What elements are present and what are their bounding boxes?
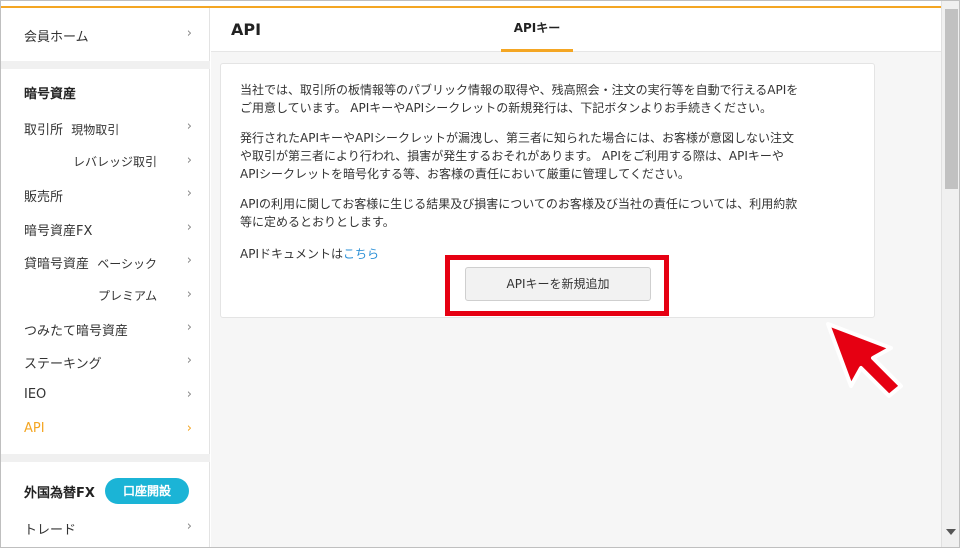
sidebar-item-label: API <box>24 421 45 436</box>
sidebar-item-label: 暗号資産FX <box>24 224 93 239</box>
sidebar-item-label: 貸暗号資産 ベーシック <box>24 257 158 272</box>
sidebar-divider <box>1 454 210 462</box>
chevron-right-icon: › <box>186 519 192 534</box>
sidebar-item-label: プレミアム <box>98 289 158 303</box>
pointer-arrow-icon <box>826 322 903 398</box>
chevron-right-icon: › <box>186 119 192 134</box>
terms-paragraph: APIの利用に関してお客様に生じる結果及び損害についてのお客様及び当社の責任につ… <box>240 197 798 229</box>
tab-api-key[interactable]: APIキー <box>501 8 573 52</box>
chevron-right-icon: › <box>186 287 192 302</box>
open-account-button[interactable]: 口座開設 <box>105 478 189 504</box>
sidebar-section-fx: 外国為替FX <box>24 486 95 501</box>
chevron-right-icon: › <box>186 421 192 436</box>
main-content: API APIキー 当社では、取引所の板情報等のパブリック情報の取得や、残高照会… <box>211 8 941 547</box>
page-title: API <box>231 20 262 39</box>
warning-paragraph: 発行されたAPIキーやAPIシークレットが漏洩し、第三者に知られた場合には、お客… <box>240 131 794 181</box>
main-header: API APIキー <box>211 8 941 52</box>
chevron-right-icon: › <box>186 253 192 268</box>
sidebar-item-label: IEO <box>24 387 47 402</box>
chevron-right-icon: › <box>186 353 192 368</box>
chevron-right-icon: › <box>186 320 192 335</box>
sidebar-divider <box>1 61 210 69</box>
tab-active-indicator <box>501 49 573 52</box>
sidebar-section-crypto: 暗号資産 <box>24 87 77 102</box>
scrollbar-thumb[interactable] <box>945 9 958 189</box>
browser-window: 会員ホーム › 暗号資産 取引所 現物取引 › レバレッジ取引 › 販売所 › … <box>0 0 960 548</box>
sidebar-item-label: トレード <box>24 523 77 538</box>
chevron-right-icon: › <box>186 186 192 201</box>
sidebar-item-label: 会員ホーム <box>24 30 89 45</box>
api-doc-link[interactable]: こちら <box>343 247 379 261</box>
add-api-key-button[interactable]: APIキーを新規追加 <box>465 267 651 301</box>
sidebar-item-label: 販売所 <box>24 190 64 205</box>
api-doc-line: APIドキュメントはこちら <box>240 247 380 261</box>
chevron-right-icon: › <box>186 26 192 41</box>
sidebar-item-label: つみたて暗号資産 <box>24 324 129 339</box>
sidebar-subitem-basic: ベーシック <box>97 257 158 271</box>
api-info-card: 当社では、取引所の板情報等のパブリック情報の取得や、残高照会・注文の実行等を自動… <box>220 63 875 318</box>
sidebar-item-label: 取引所 現物取引 <box>24 123 120 138</box>
sidebar: 会員ホーム › 暗号資産 取引所 現物取引 › レバレッジ取引 › 販売所 › … <box>1 8 210 547</box>
sidebar-item-label: ステーキング <box>24 357 102 372</box>
sidebar-subitem-spot: 現物取引 <box>71 123 120 137</box>
sidebar-item-label: レバレッジ取引 <box>73 155 158 169</box>
intro-paragraph: 当社では、取引所の板情報等のパブリック情報の取得や、残高照会・注文の実行等を自動… <box>240 83 799 115</box>
scroll-down-icon[interactable] <box>946 529 956 535</box>
vertical-scrollbar[interactable] <box>941 1 959 547</box>
chevron-right-icon: › <box>186 387 192 402</box>
chevron-right-icon: › <box>186 220 192 235</box>
chevron-right-icon: › <box>186 153 192 168</box>
